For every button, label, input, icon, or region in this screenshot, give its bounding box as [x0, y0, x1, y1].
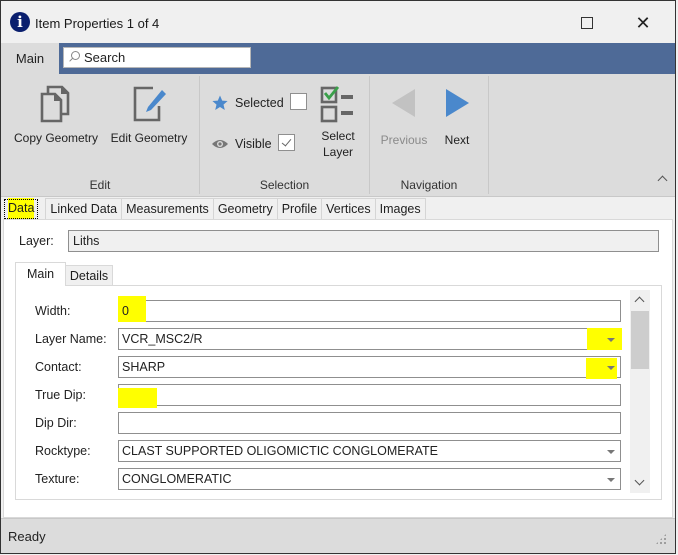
field-row-texture: Texture: CONGLOMERATIC: [16, 468, 636, 490]
select-layer-button[interactable]: Select Layer: [313, 84, 363, 160]
contact-value: SHARP: [122, 360, 166, 374]
previous-button[interactable]: Previous: [377, 88, 431, 148]
item-properties-window: i Item Properties 1 of 4 ✕ Main Copy Geo…: [0, 0, 676, 554]
texture-dropdown[interactable]: CONGLOMERATIC: [118, 468, 621, 490]
info-icon: i: [10, 12, 30, 32]
copy-icon: [40, 85, 70, 123]
data-tab-strip: Data Linked Data Measurements Geometry P…: [3, 198, 426, 220]
status-text: Ready: [8, 529, 46, 544]
collapse-ribbon-icon[interactable]: [657, 174, 667, 184]
contact-label: Contact:: [35, 360, 82, 374]
ribbon-tab-main[interactable]: Main: [1, 43, 59, 74]
arrow-right-icon: [446, 89, 469, 117]
layer-label: Layer:: [19, 234, 54, 248]
select-layer-label-line2: Layer: [322, 145, 354, 159]
next-label: Next: [444, 133, 470, 147]
group-separator: [199, 76, 200, 194]
true-dip-input[interactable]: [118, 384, 621, 408]
selected-label: Selected: [235, 96, 284, 110]
highlight-marker: [118, 388, 157, 408]
search-input[interactable]: [84, 49, 244, 66]
select-layer-label-line1: Select: [321, 129, 355, 143]
highlight-marker: [587, 328, 622, 350]
tab-linked-data[interactable]: Linked Data: [45, 198, 123, 220]
field-row-width: Width: 0: [16, 296, 636, 322]
layer-name-label: Layer Name:: [35, 332, 107, 346]
maximize-button[interactable]: [567, 9, 607, 37]
scroll-down-icon[interactable]: [630, 473, 650, 493]
field-row-layer-name: Layer Name: VCR_MSC2/R: [16, 328, 636, 350]
selected-checkbox[interactable]: [290, 93, 307, 110]
copy-geometry-label: Copy Geometry: [13, 131, 99, 145]
title-bar: i Item Properties 1 of 4 ✕: [1, 1, 675, 43]
dropdown-arrow-icon[interactable]: [607, 366, 615, 370]
tab-vertices[interactable]: Vertices: [322, 198, 376, 220]
field-row-true-dip: True Dip:: [16, 384, 636, 408]
status-bar: Ready: [1, 518, 675, 553]
copy-geometry-button[interactable]: Copy Geometry: [9, 84, 103, 146]
texture-value: CONGLOMERATIC: [122, 472, 232, 486]
layer-name-value: VCR_MSC2/R: [122, 332, 203, 346]
layer-name-dropdown[interactable]: VCR_MSC2/R: [118, 328, 622, 350]
true-dip-label: True Dip:: [35, 388, 86, 402]
width-value: 0: [122, 304, 129, 318]
edit-group-label: Edit: [89, 178, 111, 192]
field-row-contact: Contact: SHARP: [16, 356, 636, 379]
dip-dir-label: Dip Dir:: [35, 416, 77, 430]
search-box[interactable]: [63, 47, 251, 68]
star-icon: [212, 95, 228, 110]
tab-data[interactable]: Data: [3, 198, 39, 220]
scroll-thumb[interactable]: [631, 311, 649, 369]
field-row-dip-dir: Dip Dir:: [16, 412, 636, 434]
group-separator: [369, 76, 370, 194]
group-separator: [488, 76, 489, 194]
visible-checkbox[interactable]: [278, 134, 295, 151]
fields-scrollbar[interactable]: [630, 290, 650, 493]
window-title: Item Properties 1 of 4: [35, 16, 160, 31]
ribbon: Copy Geometry Edit Geometry Edit Selecte…: [1, 74, 675, 197]
next-button[interactable]: Next: [437, 88, 477, 148]
close-button[interactable]: ✕: [623, 9, 663, 37]
subtab-details[interactable]: Details: [66, 265, 113, 286]
data-tab-content: Layer: Liths Main Details Width: 0 Layer…: [3, 219, 673, 518]
subtab-main[interactable]: Main: [15, 262, 66, 286]
dip-dir-input[interactable]: [118, 412, 621, 434]
edit-geometry-button[interactable]: Edit Geometry: [105, 84, 193, 146]
width-label: Width:: [35, 304, 71, 318]
close-icon: ✕: [635, 12, 651, 33]
texture-label: Texture:: [35, 472, 80, 486]
navigation-group-label: Navigation: [400, 178, 458, 192]
edit-icon: [133, 86, 166, 122]
tab-profile[interactable]: Profile: [277, 198, 323, 220]
edit-geometry-label: Edit Geometry: [110, 131, 188, 145]
contact-dropdown[interactable]: SHARP: [118, 356, 621, 379]
width-input[interactable]: 0: [118, 296, 621, 322]
rocktype-value: CLAST SUPPORTED OLIGOMICTIC CONGLOMERATE: [122, 444, 439, 458]
dropdown-arrow-icon[interactable]: [607, 478, 615, 482]
layer-field: Liths: [68, 230, 659, 252]
dropdown-arrow-icon[interactable]: [607, 450, 615, 454]
tab-measurements[interactable]: Measurements: [122, 198, 214, 220]
select-layer-icon: [320, 86, 353, 123]
previous-label: Previous: [380, 133, 428, 147]
tab-geometry[interactable]: Geometry: [213, 198, 278, 220]
visible-label: Visible: [235, 137, 272, 151]
eye-icon: [212, 140, 228, 148]
tab-images[interactable]: Images: [375, 198, 426, 220]
dropdown-arrow-icon[interactable]: [607, 338, 615, 342]
field-row-rocktype: Rocktype: CLAST SUPPORTED OLIGOMICTIC CO…: [16, 440, 636, 462]
maximize-icon: [581, 17, 593, 29]
arrow-left-icon: [392, 89, 415, 117]
ribbon-tab-strip: Main: [1, 43, 675, 74]
rocktype-dropdown[interactable]: CLAST SUPPORTED OLIGOMICTIC CONGLOMERATE: [118, 440, 621, 462]
rocktype-label: Rocktype:: [35, 444, 91, 458]
scroll-up-icon[interactable]: [630, 290, 650, 310]
main-fields-panel: Width: 0 Layer Name: VCR_MSC2/R Contact:: [15, 285, 662, 500]
selection-group-label: Selection: [259, 178, 310, 192]
search-icon: [68, 50, 80, 64]
resize-grip-icon[interactable]: [655, 533, 667, 545]
